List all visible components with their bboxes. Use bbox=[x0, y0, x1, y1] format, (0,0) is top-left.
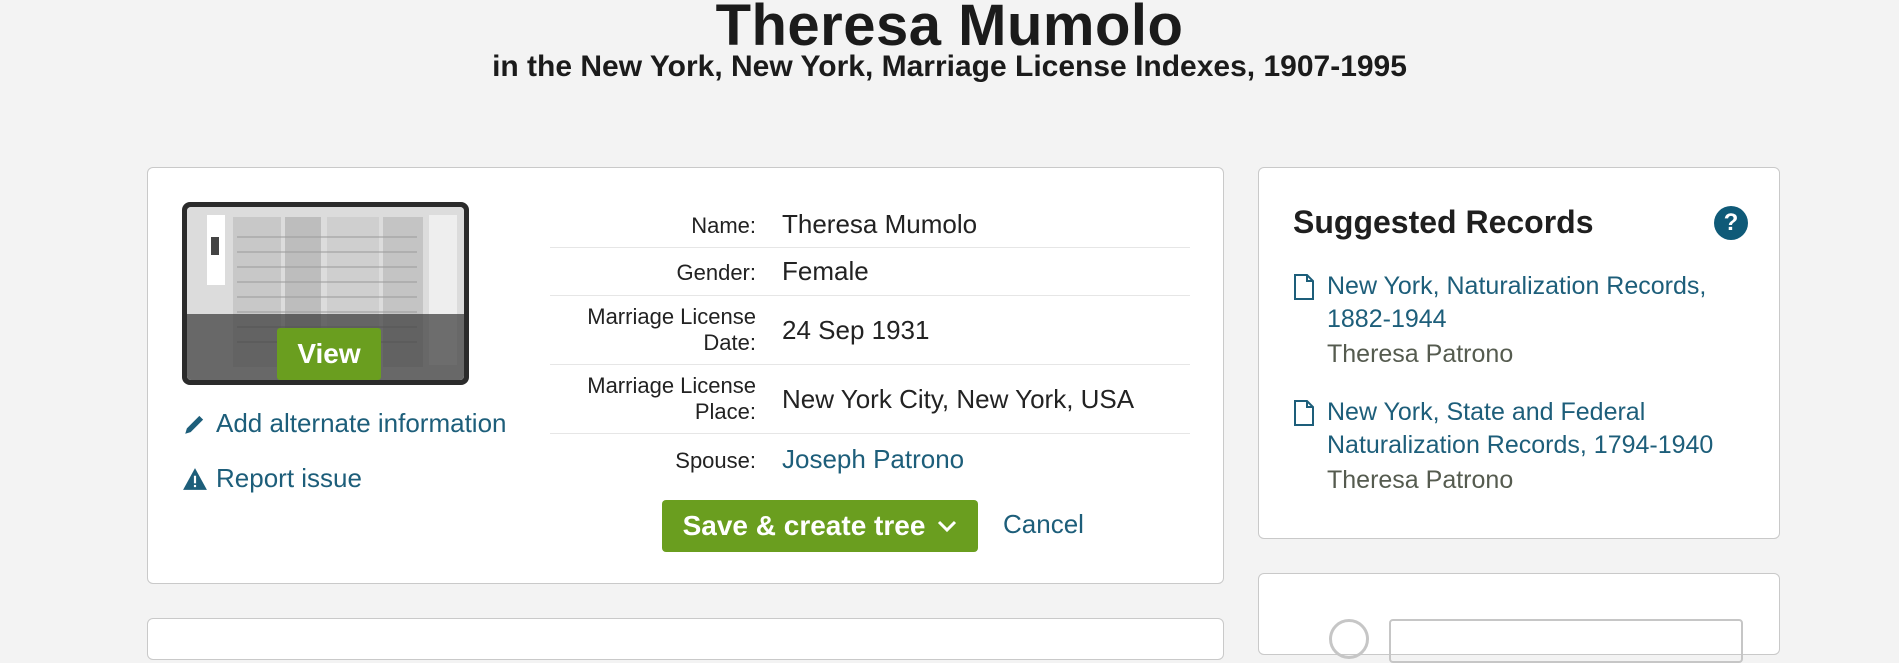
lower-card bbox=[147, 618, 1224, 660]
fact-label: Marriage License Place: bbox=[587, 373, 756, 424]
suggested-record-person: Theresa Patrono bbox=[1327, 466, 1514, 494]
help-icon[interactable]: ? bbox=[1714, 206, 1748, 240]
save-create-tree-label: Save & create tree bbox=[682, 510, 926, 541]
fact-value: Theresa Mumolo bbox=[782, 208, 978, 239]
add-alternate-info-label: Add alternate information bbox=[216, 408, 507, 438]
suggested-record-title[interactable]: New York, Naturalization Records, 1882-1… bbox=[1327, 270, 1733, 336]
record-image-thumbnail[interactable]: View bbox=[182, 202, 469, 385]
add-alternate-info-link[interactable]: Add alternate information bbox=[182, 408, 507, 439]
chevron-down-icon bbox=[938, 520, 957, 533]
search-icon bbox=[1329, 619, 1369, 659]
secondary-panel bbox=[1258, 573, 1780, 663]
record-card: View Add alternate information Report is… bbox=[147, 167, 1224, 584]
search-input[interactable] bbox=[1389, 619, 1743, 663]
fact-row-name: Name: Theresa Mumolo bbox=[550, 201, 1190, 248]
suggested-records-panel: Suggested Records ? New York, Naturaliza… bbox=[1258, 167, 1780, 539]
suggested-record-item[interactable]: New York, State and Federal Naturalizati… bbox=[1293, 396, 1733, 498]
fact-row-spouse: Spouse: Joseph Patrono bbox=[550, 434, 1190, 484]
warning-icon bbox=[183, 467, 207, 490]
report-issue-label: Report issue bbox=[216, 463, 362, 493]
fact-value: 24 Sep 1931 bbox=[782, 314, 930, 345]
suggested-record-person: Theresa Patrono bbox=[1327, 340, 1514, 368]
record-facts-table: Name: Theresa Mumolo Gender: Female Marr… bbox=[550, 201, 1190, 484]
record-image: View bbox=[187, 207, 464, 380]
pencil-icon bbox=[185, 415, 204, 434]
suggested-records-title: Suggested Records bbox=[1293, 204, 1594, 240]
fact-label: Name: bbox=[691, 213, 756, 238]
fact-row-marriage-place: Marriage License Place: New York City, N… bbox=[550, 365, 1190, 434]
fact-value: New York City, New York, USA bbox=[782, 383, 1135, 414]
document-icon bbox=[1294, 274, 1314, 300]
save-create-tree-button[interactable]: Save & create tree bbox=[662, 500, 978, 552]
fact-label: Marriage License Date: bbox=[587, 304, 756, 355]
cancel-link[interactable]: Cancel bbox=[1003, 509, 1084, 540]
document-icon bbox=[1294, 400, 1314, 426]
fact-label: Gender: bbox=[676, 260, 757, 285]
view-image-button[interactable]: View bbox=[277, 328, 381, 380]
suggested-record-item[interactable]: New York, Naturalization Records, 1882-1… bbox=[1293, 270, 1733, 372]
report-issue-link[interactable]: Report issue bbox=[182, 463, 362, 494]
fact-value: Female bbox=[782, 256, 869, 286]
page-subtitle: in the New York, New York, Marriage Lice… bbox=[492, 50, 1407, 83]
spouse-link[interactable]: Joseph Patrono bbox=[782, 434, 964, 484]
fact-row-marriage-date: Marriage License Date: 24 Sep 1931 bbox=[550, 296, 1190, 365]
suggested-record-title[interactable]: New York, State and Federal Naturalizati… bbox=[1327, 396, 1733, 462]
fact-row-gender: Gender: Female bbox=[550, 248, 1190, 296]
fact-label: Spouse: bbox=[675, 448, 756, 473]
